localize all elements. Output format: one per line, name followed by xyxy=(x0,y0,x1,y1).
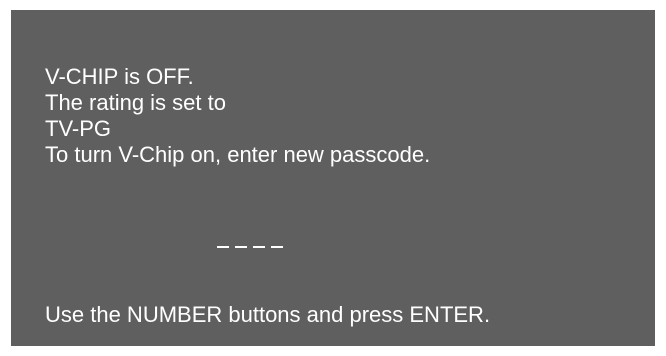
passcode-input[interactable] xyxy=(217,228,283,252)
rating-intro-text: The rating is set to xyxy=(45,90,226,115)
passcode-digit-4[interactable] xyxy=(271,228,283,252)
rating-value-text: TV-PG xyxy=(45,116,112,141)
passcode-digit-2[interactable] xyxy=(235,228,247,252)
vchip-dialog: V-CHIP is OFF. The rating is set to TV-P… xyxy=(11,10,655,346)
passcode-digit-1[interactable] xyxy=(217,228,229,252)
footer-hint-text: Use the NUMBER buttons and press ENTER. xyxy=(45,302,491,327)
passcode-digit-3[interactable] xyxy=(253,228,265,252)
instruction-text: To turn V-Chip on, enter new passcode. xyxy=(45,142,431,167)
vchip-status-text: V-CHIP is OFF. xyxy=(45,64,194,89)
